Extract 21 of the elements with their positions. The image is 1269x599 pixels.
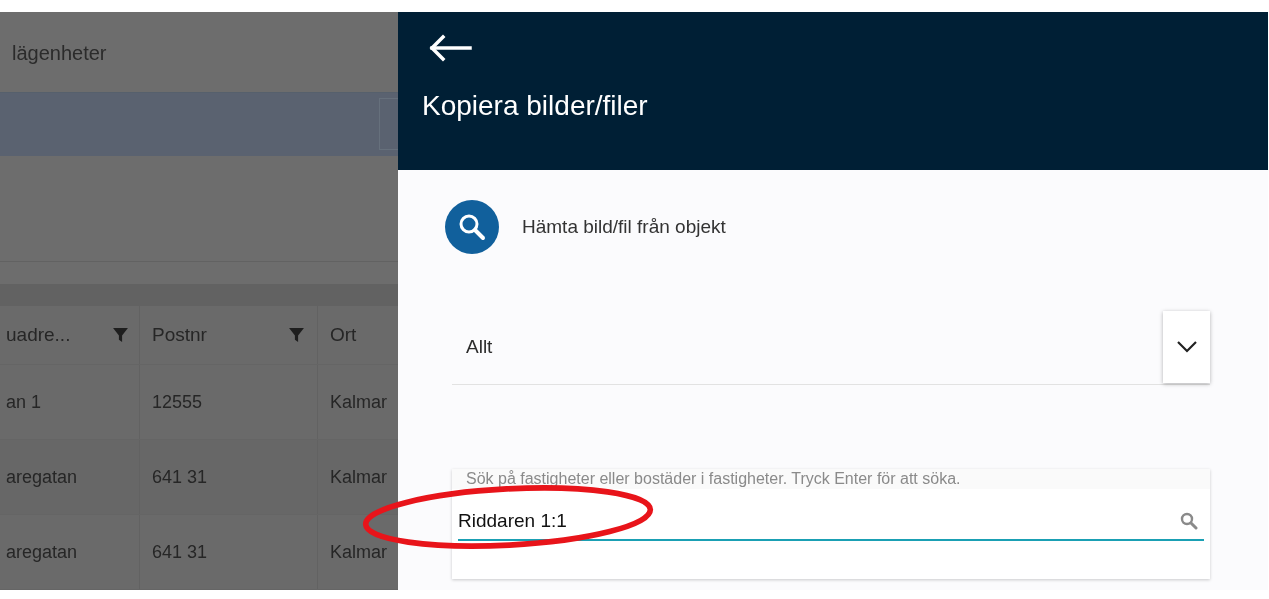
type-dropdown[interactable]: Allt bbox=[452, 310, 1210, 385]
table-cell-text: Kalmar bbox=[329, 465, 388, 489]
table-cell-text: Kalmar bbox=[329, 390, 388, 414]
table-cell-text: Kalmar bbox=[329, 540, 388, 564]
filter-icon[interactable] bbox=[288, 326, 305, 344]
chevron-icon bbox=[1176, 341, 1197, 353]
search-field[interactable]: Riddaren 1:1 bbox=[458, 503, 1204, 541]
table-cell: 641 31 bbox=[140, 440, 318, 514]
search-icon[interactable] bbox=[1180, 512, 1198, 530]
table-cell: 641 31 bbox=[140, 515, 318, 589]
table-cell: aregatan bbox=[0, 515, 140, 589]
table-cell: 12555 bbox=[140, 365, 318, 439]
page-title: lägenheter bbox=[11, 41, 107, 66]
table-cell: an 1 bbox=[0, 365, 140, 439]
back-arrow-icon[interactable] bbox=[428, 34, 472, 62]
search-icon[interactable] bbox=[445, 200, 499, 254]
filter-icon[interactable] bbox=[112, 326, 129, 344]
search-field-label: Sök på fastigheter eller bostäder i fastigheter. Tryck Enter för att söka. bbox=[452, 469, 1210, 489]
panel-title: Kopiera bilder/filer bbox=[422, 90, 649, 122]
action-label[interactable]: Hämta bild/fil från objekt bbox=[522, 216, 726, 238]
table-cell: aregatan bbox=[0, 440, 140, 514]
